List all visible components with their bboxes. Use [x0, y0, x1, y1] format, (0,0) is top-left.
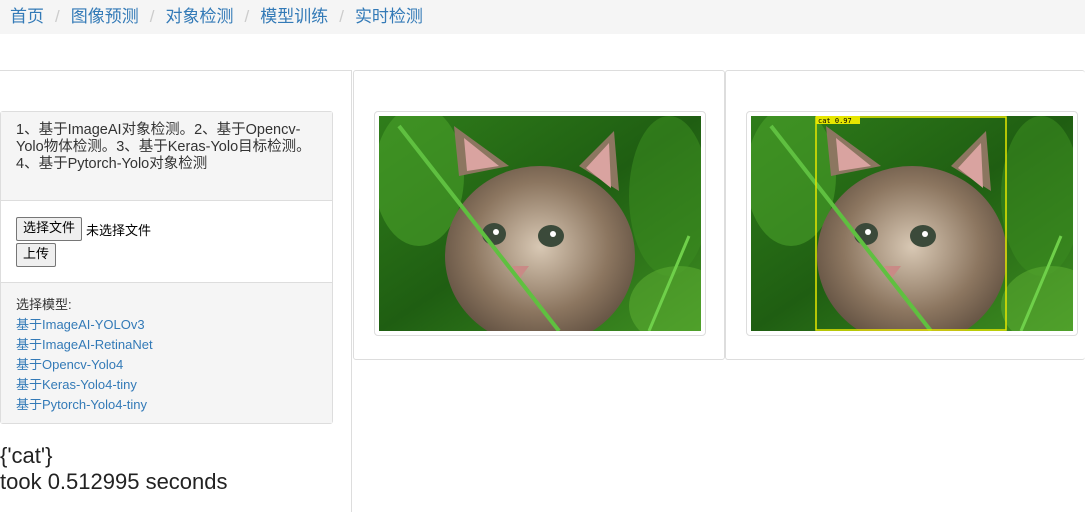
- original-image: [374, 111, 706, 336]
- detection-result: {'cat'} took 0.512995 seconds: [0, 443, 228, 495]
- upload-panel: 1、基于ImageAI对象检测。2、基于Opencv-Yolo物体检测。3、基于…: [0, 111, 333, 424]
- choose-file-button[interactable]: 选择文件: [16, 217, 83, 241]
- breadcrumb: 首页 / 图像预测 / 对象检测 / 模型训练 / 实时检测: [0, 0, 1085, 34]
- detection-time: took 0.512995 seconds: [0, 469, 228, 494]
- model-link-imageai-yolov3[interactable]: 基于ImageAI-YOLOv3: [16, 315, 317, 335]
- detected-labels: {'cat'}: [0, 443, 53, 468]
- breadcrumb-model-training[interactable]: 模型训练: [260, 7, 328, 26]
- model-link-keras-yolo4-tiny[interactable]: 基于Keras-Yolo4-tiny: [16, 375, 317, 395]
- upload-button[interactable]: 上传: [16, 243, 57, 267]
- model-link-imageai-retinanet[interactable]: 基于ImageAI-RetinaNet: [16, 335, 317, 355]
- model-label: 选择模型:: [16, 297, 72, 312]
- breadcrumb-separator: /: [244, 7, 250, 26]
- breadcrumb-image-prediction[interactable]: 图像预测: [71, 7, 139, 26]
- bounding-box-label: cat 0.97: [818, 117, 852, 125]
- breadcrumb-separator: /: [339, 7, 344, 26]
- upload-form: 选择文件 未选择文件 上传: [1, 201, 332, 283]
- detected-image: cat 0.97: [746, 111, 1078, 336]
- file-input-row: 选择文件 未选择文件: [16, 217, 317, 241]
- left-column: 1、基于ImageAI对象检测。2、基于Opencv-Yolo物体检测。3、基于…: [0, 70, 352, 512]
- breadcrumb-home[interactable]: 首页: [10, 7, 44, 26]
- breadcrumb-separator: /: [149, 7, 155, 26]
- kitten-detection-photo: cat 0.97: [751, 116, 1073, 331]
- panel-heading: 1、基于ImageAI对象检测。2、基于Opencv-Yolo物体检测。3、基于…: [1, 112, 332, 201]
- model-link-pytorch-yolo4-tiny[interactable]: 基于Pytorch-Yolo4-tiny: [16, 395, 317, 415]
- breadcrumb-realtime-detection[interactable]: 实时检测: [355, 7, 423, 26]
- model-link-opencv-yolo4[interactable]: 基于Opencv-Yolo4: [16, 355, 317, 375]
- kitten-photo: [379, 116, 701, 331]
- model-selector: 选择模型: 基于ImageAI-YOLOv3 基于ImageAI-RetinaN…: [1, 283, 332, 423]
- original-image-card: [353, 70, 725, 360]
- detected-image-card: cat 0.97: [725, 70, 1085, 360]
- file-status-text: 未选择文件: [86, 222, 152, 238]
- breadcrumb-separator: /: [55, 7, 60, 26]
- breadcrumb-object-detection[interactable]: 对象检测: [165, 7, 233, 26]
